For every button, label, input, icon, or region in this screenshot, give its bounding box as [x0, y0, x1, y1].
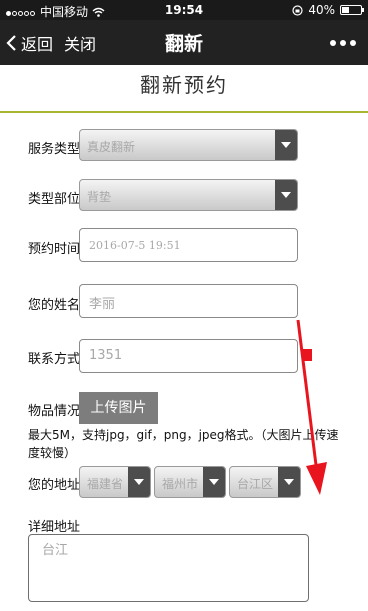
upload-image-button[interactable]: 上传图片 — [79, 392, 158, 424]
status-bar: 中国移动 19:54 40% — [0, 0, 368, 20]
annotation-marker — [303, 349, 312, 361]
service-type-label: 服务类型 — [28, 142, 81, 157]
detail-address-label: 详细地址 — [28, 520, 81, 535]
nav-bar: 返回 关闭 翻新 — [0, 20, 368, 65]
rotation-lock-icon — [292, 4, 303, 16]
appointment-time-value: 2016-07-5 19:51 — [89, 239, 181, 252]
name-input[interactable]: 李丽 — [79, 284, 298, 318]
address-label: 您的地址 — [28, 478, 81, 493]
battery-percent: 40% — [308, 3, 335, 17]
appointment-time-input[interactable]: 2016-07-5 19:51 — [79, 228, 298, 262]
appointment-time-label: 预约时间 — [28, 242, 81, 257]
dropdown-arrow-icon — [275, 130, 297, 160]
upload-hint: 最大5M，支持jpg，gif，png，jpeg格式。（大图片上传速度较慢） — [28, 428, 339, 460]
part-value: 背垫 — [87, 190, 112, 204]
city-value: 福州市 — [162, 477, 199, 491]
name-label: 您的姓名 — [28, 298, 81, 313]
part-select[interactable]: 背垫 — [79, 179, 298, 211]
service-type-select[interactable]: 真皮翻新 — [79, 129, 298, 161]
more-options-icon[interactable] — [330, 40, 356, 46]
contact-value: 1351 — [89, 348, 123, 363]
service-type-value: 真皮翻新 — [87, 140, 136, 154]
dropdown-arrow-icon — [278, 467, 300, 497]
dropdown-arrow-icon — [275, 180, 297, 210]
name-value: 李丽 — [89, 297, 116, 312]
province-select[interactable]: 福建省 — [79, 466, 151, 498]
nav-title: 翻新 — [164, 33, 203, 55]
redaction-box — [140, 340, 192, 360]
detail-address-textarea[interactable]: 台江 — [28, 534, 309, 602]
item-condition-label: 物品情况 — [28, 404, 81, 419]
header-divider — [0, 111, 368, 113]
dropdown-arrow-icon — [203, 467, 225, 497]
part-label: 类型部位 — [28, 192, 81, 207]
city-select[interactable]: 福州市 — [154, 466, 226, 498]
province-value: 福建省 — [87, 477, 124, 491]
district-value: 台江区 — [237, 477, 274, 491]
page-title: 翻新预约 — [140, 73, 228, 97]
detail-address-value: 台江 — [42, 543, 69, 558]
dropdown-arrow-icon — [128, 467, 150, 497]
battery-icon — [340, 5, 364, 15]
district-select[interactable]: 台江区 — [229, 466, 301, 498]
contact-label: 联系方式 — [28, 352, 81, 367]
